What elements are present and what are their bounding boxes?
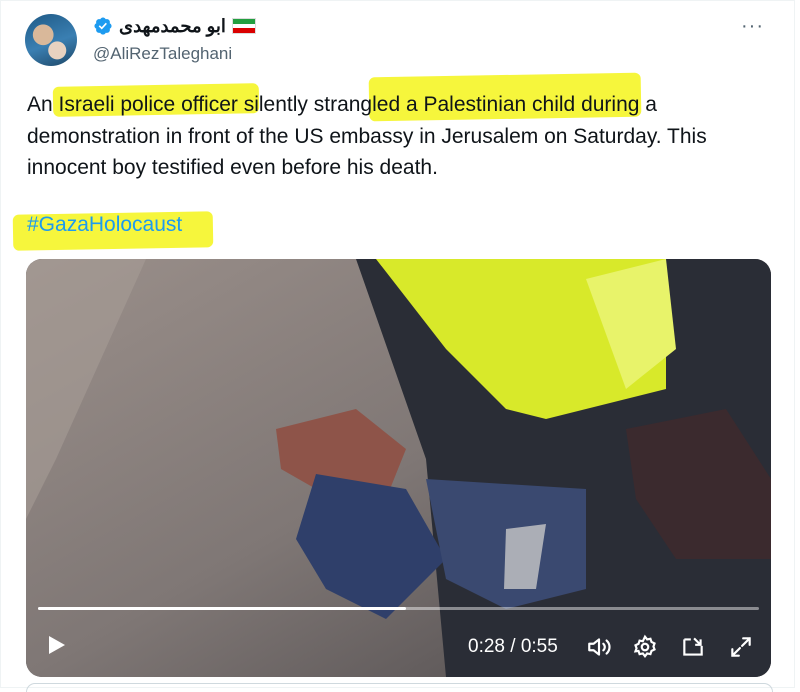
volume-icon[interactable]	[586, 634, 612, 660]
verified-badge-icon	[94, 17, 112, 35]
hashtag-link[interactable]: #GazaHolocaust	[27, 213, 182, 237]
fullscreen-expand-icon[interactable]	[728, 634, 754, 660]
author-handle[interactable]: @AliRezTaleghani	[93, 44, 232, 64]
more-options-icon[interactable]: ···	[741, 15, 764, 38]
tweet-card[interactable]: ابو محمدمهدی @AliRezTaleghani ··· An Isr…	[0, 0, 795, 692]
author-display-name[interactable]: ابو محمدمهدی	[119, 16, 226, 37]
video-frame	[26, 259, 771, 677]
video-progress-fill	[38, 607, 406, 610]
video-time-display: 0:28 / 0:55	[468, 636, 558, 657]
play-icon[interactable]	[44, 633, 68, 657]
picture-in-picture-icon[interactable]	[680, 634, 706, 660]
iran-flag-icon	[231, 18, 256, 34]
tweet-text: An Israeli police officer silently stran…	[27, 93, 707, 179]
settings-gear-icon[interactable]	[632, 634, 658, 660]
author-name-row: ابو محمدمهدی	[93, 13, 256, 39]
avatar[interactable]	[25, 14, 77, 66]
video-progress-bar[interactable]	[38, 607, 759, 610]
video-player[interactable]: 0:28 / 0:55	[26, 259, 771, 677]
